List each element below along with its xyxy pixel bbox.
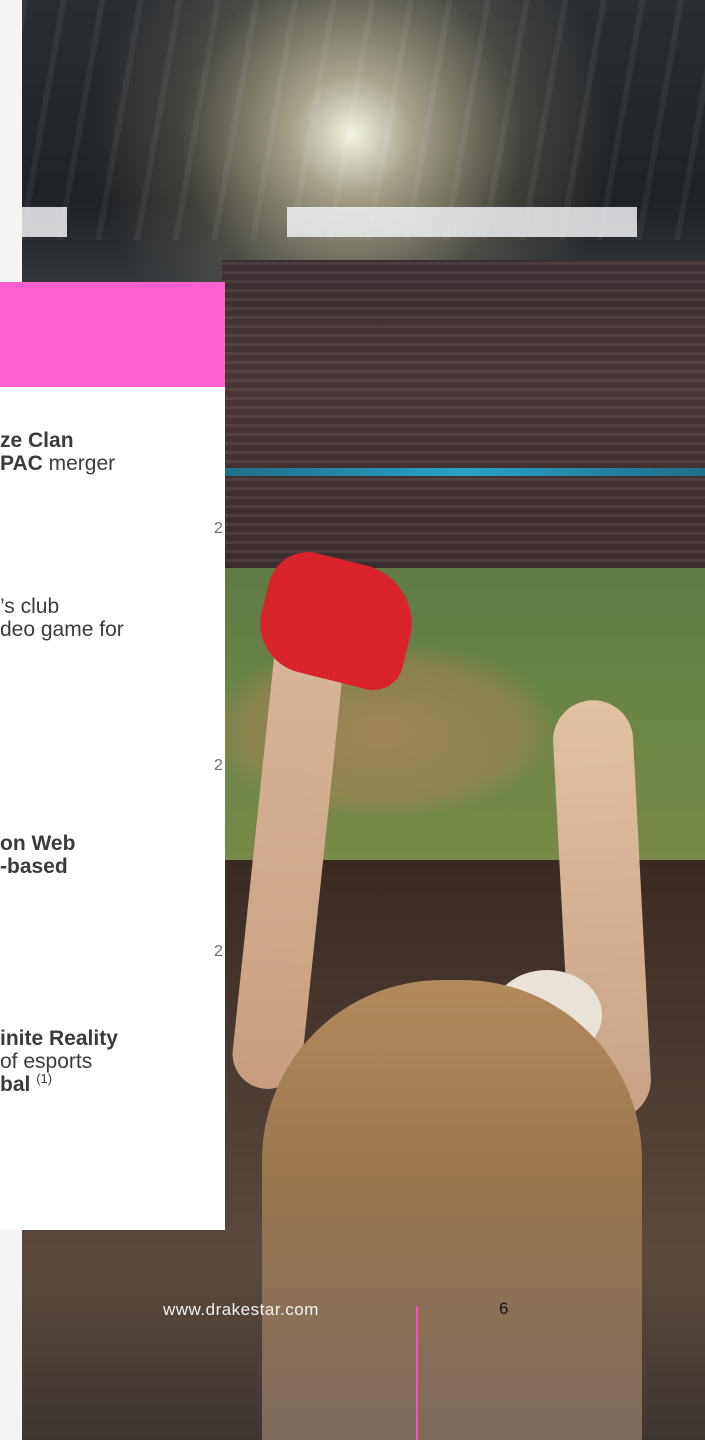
deal-entry-4-line-1: inite Reality bbox=[0, 1027, 225, 1050]
page-number: 6 bbox=[499, 1299, 509, 1318]
section-header-block bbox=[0, 282, 225, 387]
deal-entry-2-text: ’s club bbox=[0, 595, 60, 618]
deal-entry-2-text: deo game for bbox=[0, 618, 124, 641]
stadium-ribbon-board bbox=[222, 468, 705, 476]
deal-entry-3-line-1: on Web bbox=[0, 832, 225, 855]
deal-entry-1: ze Clan PAC merger bbox=[0, 429, 225, 475]
deal-entry-3-text: -based bbox=[0, 855, 68, 878]
deals-card: ze Clan PAC merger 2 ’s club deo game fo… bbox=[0, 387, 225, 1230]
fan-with-ponytail bbox=[262, 980, 642, 1440]
deal-entry-2-line-1: ’s club bbox=[0, 595, 225, 618]
deal-entry-2: ’s club deo game for bbox=[0, 595, 225, 641]
stadium-lights bbox=[287, 207, 637, 237]
footer-divider bbox=[416, 1306, 418, 1440]
deal-entry-1-text: merger bbox=[42, 452, 116, 475]
deal-entry-4-text: of esports bbox=[0, 1050, 93, 1073]
deal-entry-3-year: 2 bbox=[214, 943, 224, 960]
deal-entry-1-text: PAC bbox=[0, 452, 43, 475]
footer-website: www.drakestar.com bbox=[163, 1300, 319, 1319]
deal-entry-1-line-2: PAC merger bbox=[0, 452, 225, 475]
deal-entry-1-year: 2 bbox=[214, 520, 224, 537]
deal-entry-4-line-3: bal (1) bbox=[0, 1071, 225, 1096]
deal-entry-3: on Web -based bbox=[0, 832, 225, 878]
stadium-stands bbox=[222, 260, 705, 580]
deal-entry-4-line-2: of esports bbox=[0, 1050, 225, 1073]
deal-entry-1-text: ze Clan bbox=[0, 429, 74, 452]
deal-entry-1-line-1: ze Clan bbox=[0, 429, 225, 452]
deal-entry-3-text: on Web bbox=[0, 832, 76, 855]
deal-entry-4-text: bal bbox=[0, 1073, 31, 1096]
deal-entry-2-line-2: deo game for bbox=[0, 618, 225, 641]
deal-entry-4-text: inite Reality bbox=[0, 1027, 118, 1050]
stadium-lights-left bbox=[22, 207, 67, 237]
footnote-marker: (1) bbox=[36, 1071, 53, 1086]
deal-entry-4: inite Reality of esports bal (1) bbox=[0, 1027, 225, 1096]
deal-entry-2-year: 2 bbox=[214, 757, 224, 774]
deal-entry-3-line-2: -based bbox=[0, 855, 225, 878]
stadium-roof bbox=[22, 0, 705, 240]
